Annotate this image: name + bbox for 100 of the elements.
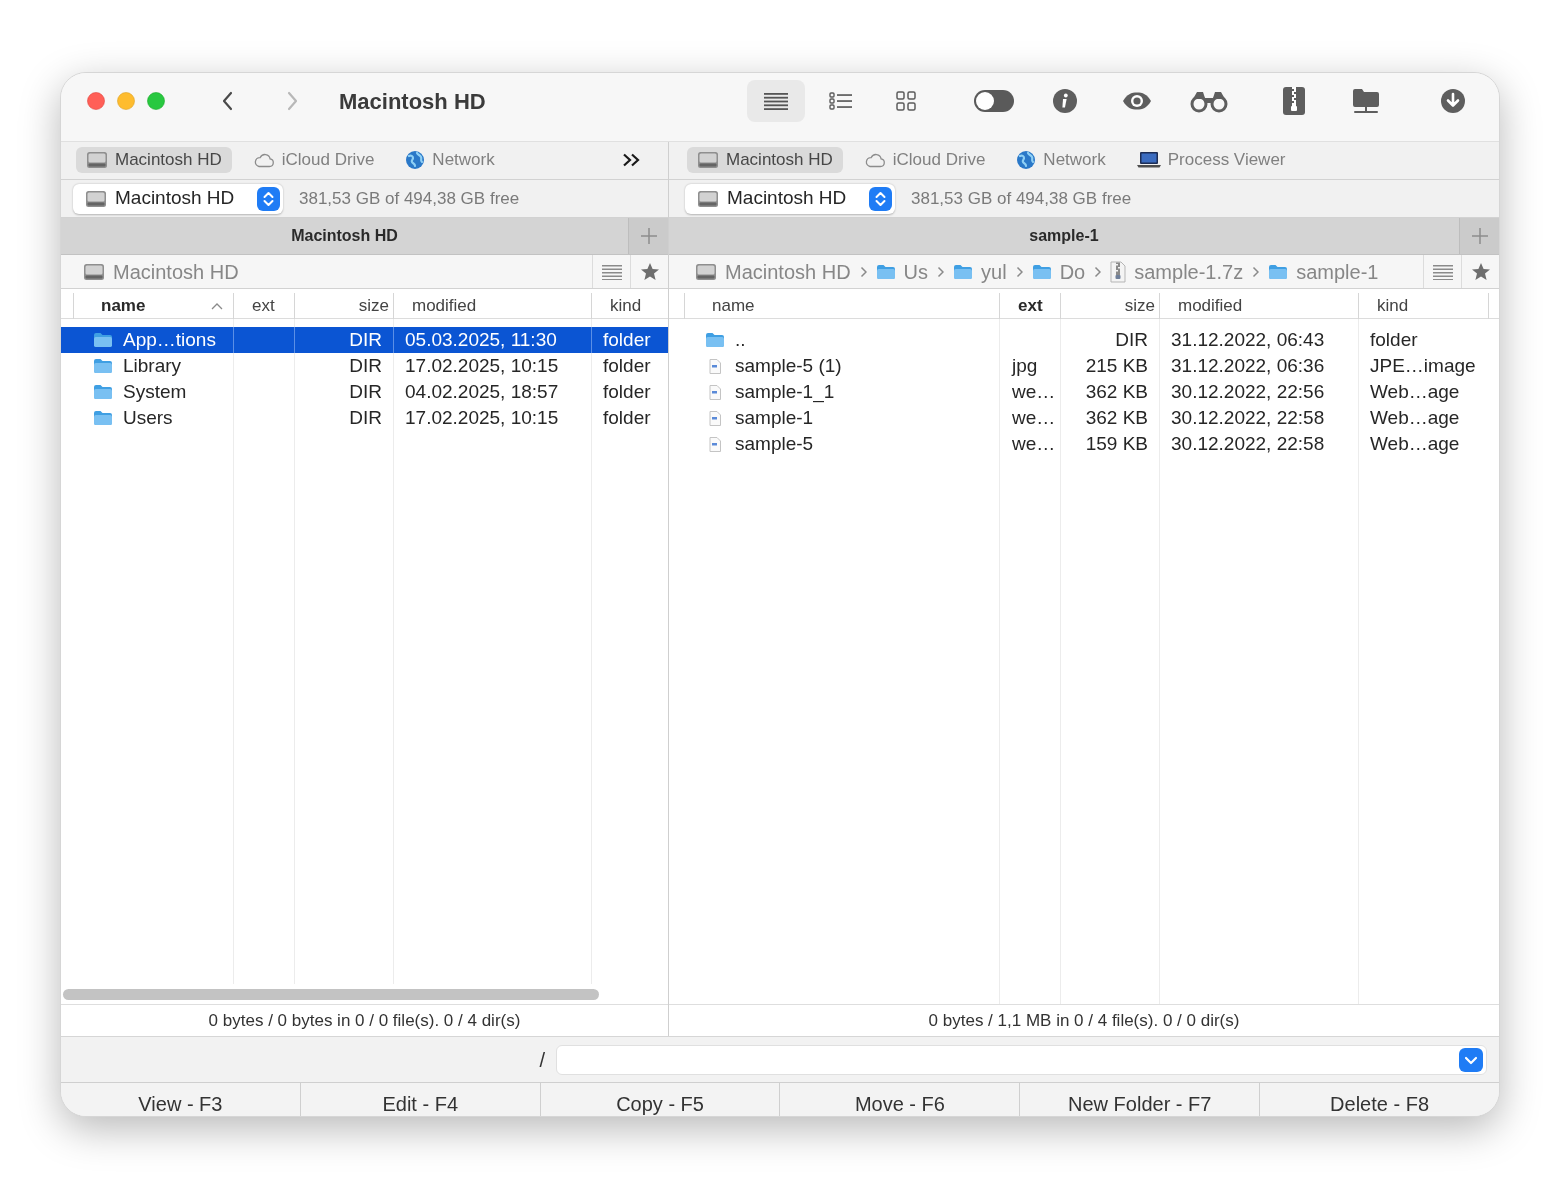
column-header[interactable]: modified [394,293,592,319]
network-folder-icon[interactable] [1351,87,1381,115]
up-down-chevron-icon [869,186,892,211]
file-row[interactable]: Library DIR 17.02.2025, 10:15 folder [61,353,668,379]
column-header[interactable]: kind [1359,293,1489,319]
file-icon [709,358,721,374]
cloud-icon [252,151,275,168]
tab[interactable]: Process Viewer [1126,146,1296,173]
function-key-button[interactable]: Copy - F5 [540,1083,781,1116]
list-icon [1432,263,1453,280]
tab[interactable]: Macintosh HD [76,146,232,173]
function-key-button[interactable]: Delete - F8 [1260,1083,1499,1116]
file-row[interactable]: sample-1_1 we… 362 KB 30.12.2022, 22:56 Web…age [669,379,1499,405]
panel-title: sample-1 [1029,226,1099,246]
status-text: 0 bytes / 1,1 MB in 0 / 4 file(s). 0 / 0 dir(s) [928,1009,1240,1032]
file-row[interactable]: sample-1 we… 362 KB 30.12.2022, 22:58 Web…age [669,405,1499,431]
function-key-button[interactable]: Edit - F4 [300,1083,541,1116]
eye-icon[interactable] [1122,91,1152,111]
folder-icon [93,410,113,426]
table-cell: 30.12.2022, 22:58 [1160,431,1359,457]
column-header[interactable]: name [684,293,1000,319]
table-cell: 362 KB [1061,405,1160,431]
function-key-button[interactable]: Move - F6 [780,1083,1021,1116]
chevron-right-icon [937,265,945,278]
table-cell: 159 KB [1061,431,1160,457]
column-header[interactable]: size [1061,293,1160,319]
table-cell: we… [1000,379,1061,405]
tab[interactable]: iCloud Drive [242,146,385,173]
chevron-right-icon [859,265,867,278]
table-cell: 30.12.2022, 22:58 [1160,405,1359,431]
table-cell: DIR [1061,327,1160,353]
info-icon[interactable] [1052,88,1078,114]
table-cell-text: folder [1369,328,1419,352]
file-name: sample-1 [735,406,814,430]
file-name: sample-5 (1) [735,354,842,378]
plus-icon [1470,227,1489,245]
list-icon [763,92,789,110]
function-key-button[interactable]: View - F3 [61,1083,301,1116]
double-chevron-icon[interactable] [622,152,640,167]
file-row[interactable]: .. DIR 31.12.2022, 06:43 folder [669,327,1499,353]
file-row[interactable]: sample-5 (1) jpg 215 KB 31.12.2022, 06:36 JPE…image [669,353,1499,379]
plus-icon [639,227,658,245]
up-down-chevron-icon [257,186,280,211]
toggle-switch[interactable] [973,89,1015,113]
file-name: Users [123,406,173,430]
folder-icon [93,358,113,374]
list-view-button[interactable] [747,80,805,122]
back-icon[interactable] [221,91,233,111]
laptop-icon [1136,151,1161,168]
list-icon [601,263,622,280]
table-cell-text: folder [602,406,652,430]
file-name: Library [123,354,182,378]
folder-icon [93,384,113,400]
folder-icon [1268,263,1289,280]
tab[interactable]: iCloud Drive [853,146,996,173]
table-cell: DIR [295,379,394,405]
file-row[interactable]: App…tions DIR 05.03.2025, 11:30 folder [61,327,668,353]
file-name: App…tions [123,328,216,352]
star-icon [1470,262,1491,281]
volume-dropdown[interactable]: Macintosh HD [73,183,283,214]
window-title: Macintosh HD [339,87,486,116]
column-header[interactable]: name [73,293,234,319]
horizontal-scrollbar[interactable] [63,988,599,1000]
table-cell: 30.12.2022, 22:56 [1160,379,1359,405]
grid-icon [896,91,916,111]
download-icon[interactable] [1440,88,1466,114]
table-cell: DIR [295,353,394,379]
tab[interactable]: Macintosh HD [687,146,843,173]
chevron-down-icon[interactable] [1459,1047,1483,1072]
panel-title: Macintosh HD [291,226,398,246]
archive-icon[interactable] [1282,86,1306,116]
column-header[interactable]: kind [592,293,668,319]
folder-icon [875,263,896,280]
table-cell-text: Web…age [1369,406,1461,430]
table-cell: we… [1000,405,1061,431]
file-row[interactable]: sample-5 we… 159 KB 30.12.2022, 22:58 Web…age [669,431,1499,457]
table-cell-text: folder [602,380,652,404]
hard-drive-icon [697,188,719,209]
file-row[interactable]: System DIR 04.02.2025, 18:57 folder [61,379,668,405]
volume-dropdown[interactable]: Macintosh HD [685,183,895,214]
table-cell: we… [1000,431,1061,457]
file-row[interactable]: Users DIR 17.02.2025, 10:15 folder [61,405,668,431]
tab[interactable]: Network [395,146,505,173]
function-key-button[interactable]: New Folder - F7 [1020,1083,1261,1116]
table-cell: 215 KB [1061,353,1160,379]
hard-drive-icon [83,261,105,282]
column-header[interactable]: ext [1000,293,1061,319]
path-label: / [539,1047,545,1073]
table-cell-text: folder [602,354,652,378]
command-field[interactable] [556,1044,1487,1075]
column-header[interactable]: ext [234,293,295,319]
binoculars-icon[interactable] [1190,89,1228,113]
column-header[interactable]: size [295,293,394,319]
folder-icon [953,263,974,280]
chevron-right-icon [1015,265,1023,278]
column-header[interactable]: modified [1160,293,1359,319]
star-icon [639,262,660,281]
tab[interactable]: Network [1006,146,1116,173]
table-cell: 31.12.2022, 06:43 [1160,327,1359,353]
close-icon[interactable] [87,92,105,110]
